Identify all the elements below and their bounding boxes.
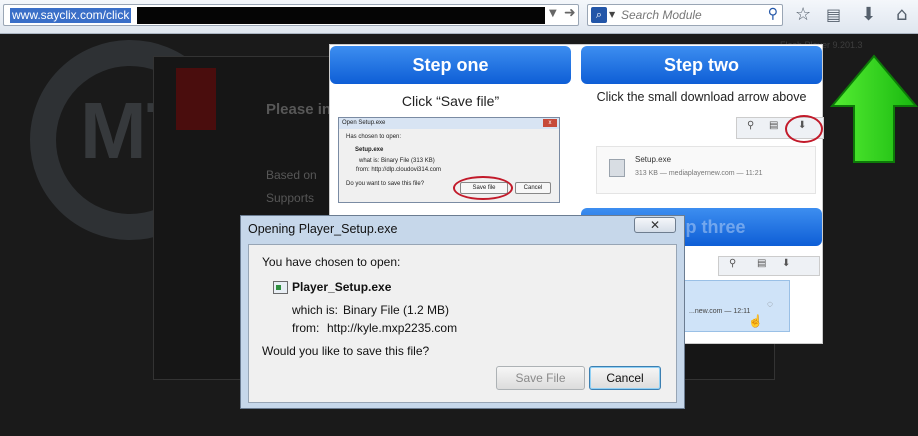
hand-cursor-icon: ☝ [748, 314, 763, 328]
download-name: Setup.exe [635, 155, 672, 164]
from-value: http://kyle.mxp2235.com [327, 321, 458, 335]
background-bullet: Based on [266, 168, 317, 182]
mini-cancel-button: Cancel [515, 182, 551, 194]
mini-magnifier-icon: ⚲ [747, 120, 755, 131]
url-text[interactable]: www.sayclix.com/click [10, 8, 132, 23]
step-two-download-item: Setup.exe 313 KB — mediaplayernew.com — … [596, 146, 816, 194]
mini-bookmarks-icon: ▤ [769, 120, 779, 131]
bookmark-star-icon[interactable]: ☆ [795, 4, 811, 26]
browser-toolbar: www.sayclix.com/click ▼ ➜ ⌕ ▼ Search Mod… [0, 0, 918, 34]
save-file-button[interactable]: Save File [496, 366, 585, 390]
download-icon[interactable]: ⬇ [861, 4, 876, 26]
save-highlight-ring [453, 176, 513, 200]
background-heading: Please in [266, 101, 332, 118]
step-three-toolbar-image: ⚲ ▤ ⬇ [718, 256, 820, 276]
mini-download-icon: ⬇ [782, 258, 791, 269]
step-two-banner: Step two [581, 46, 822, 84]
url-bar[interactable]: www.sayclix.com/click ▼ ➜ [3, 4, 579, 26]
go-arrow-icon[interactable]: ➜ [564, 5, 576, 21]
mini-from: from: http://dlp.cloudovi314.com [356, 167, 442, 173]
from-label: from: [292, 321, 320, 335]
search-placeholder: Search Module [621, 8, 702, 22]
download-info: ...new.com — 12:11 [689, 308, 751, 315]
chosen-label: You have chosen to open: [262, 255, 401, 269]
mini-bookmarks-icon: ▤ [757, 258, 767, 269]
dialog-title: Opening Player_Setup.exe [248, 222, 398, 236]
engine-dropdown-icon[interactable]: ▼ [609, 10, 615, 19]
opening-file-dialog: Opening Player_Setup.exe ✕ You have chos… [240, 215, 685, 409]
dropdown-icon[interactable]: ▼ [549, 8, 557, 19]
url-redacted [137, 7, 545, 24]
which-value: Binary File (1.2 MB) [343, 303, 450, 317]
retry-icon: ◌ [767, 299, 773, 310]
mini-close-icon: x [543, 119, 557, 127]
magnifier-icon[interactable]: ⚲ [768, 6, 778, 22]
mini-question: Do you want to save this file? [346, 181, 425, 187]
file-icon [273, 281, 288, 294]
step-one-banner: Step one [330, 46, 571, 84]
search-engine-icon[interactable]: ⌕ [591, 7, 607, 23]
close-icon[interactable]: ✕ [634, 217, 676, 233]
home-icon[interactable]: ⌂ [896, 4, 907, 26]
step-two-description: Click the small download arrow above [596, 90, 807, 104]
warning-badge [176, 68, 216, 130]
step-one-mini-dialog: Open Setup.exe x Has chosen to open: Set… [338, 117, 560, 203]
save-question: Would you like to save this file? [262, 344, 430, 358]
mini-magnifier-icon: ⚲ [729, 258, 737, 269]
which-label: which is: [292, 303, 339, 317]
background-bullet: Supports [266, 191, 315, 205]
download-info: 313 KB — mediaplayernew.com — 11:21 [635, 170, 763, 177]
mini-what: what is: Binary File (313 KB) [359, 158, 435, 164]
bookmarks-list-icon[interactable]: ▤ [826, 4, 841, 26]
search-box[interactable]: ⌕ ▼ Search Module ⚲ [587, 4, 783, 26]
step-one-description: Click “Save file” [401, 93, 500, 109]
cancel-button[interactable]: Cancel [589, 366, 661, 390]
mini-file: Setup.exe [355, 147, 384, 153]
file-name: Player_Setup.exe [292, 280, 392, 294]
big-up-arrow-icon [830, 54, 918, 163]
file-icon [609, 159, 625, 177]
mini-line: Has chosen to open: [346, 134, 402, 140]
download-arrow-highlight-ring [785, 115, 823, 143]
mini-dialog-title: Open Setup.exe [339, 118, 559, 129]
